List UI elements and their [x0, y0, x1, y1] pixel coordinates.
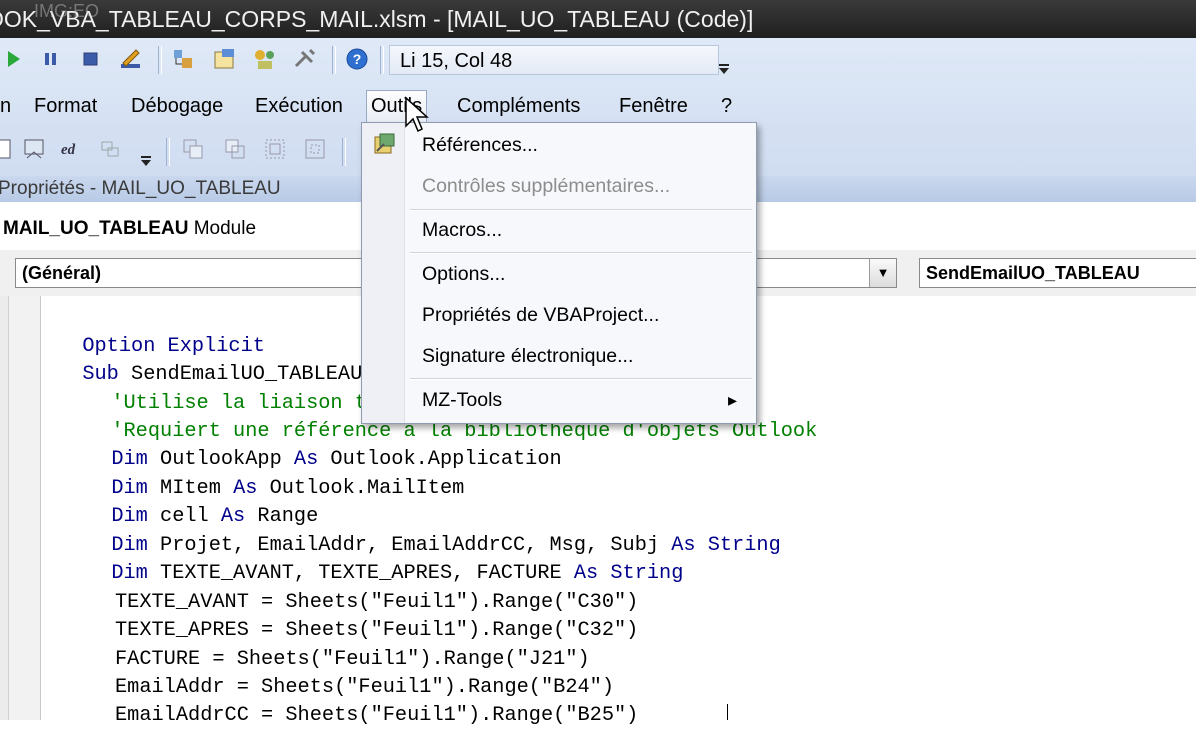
menu-execution[interactable]: Exécution [251, 92, 347, 120]
menu-fenetre[interactable]: Fenêtre [615, 92, 692, 120]
code-token: As [573, 562, 599, 585]
code-line[interactable]: TEXTE_APRES = Sheets("Feuil1").Range("C3… [115, 617, 638, 645]
menu-bar: n Format Débogage Exécution Outils Compl… [0, 84, 1196, 124]
menu-item-mz-tools[interactable]: MZ-Tools [422, 385, 502, 415]
menu-item-references[interactable]: Références... [422, 130, 538, 160]
toolbar-options-icon[interactable] [716, 52, 732, 78]
window-title: OOK_VBA_TABLEAU_CORPS_MAIL.xlsm - [MAIL_… [0, 6, 754, 32]
code-line[interactable]: FACTURE = Sheets("Feuil1").Range("J21") [115, 646, 590, 674]
svg-text:?: ? [353, 51, 362, 67]
object-browser-icon[interactable] [252, 46, 278, 72]
mouse-pointer-icon [404, 96, 434, 136]
svg-text:ed: ed [61, 142, 76, 158]
toolbox-icon[interactable] [292, 46, 318, 72]
code-line[interactable]: Dim MItem As Outlook.MailItem [87, 447, 464, 500]
menu-item-proprietes-vbaproject[interactable]: Propriétés de VBAProject... [422, 300, 659, 330]
outils-dropdown-menu: Références... Contrôles supplémentaires.… [361, 122, 757, 424]
window-title-bar: OOK_VBA_TABLEAU_CORPS_MAIL.xlsm - [MAIL_… [0, 0, 1196, 38]
menu-debogage[interactable]: Débogage [127, 92, 227, 120]
quick-info-icon[interactable]: ed [58, 136, 84, 162]
bring-forward-icon[interactable] [180, 136, 206, 162]
code-token: String [610, 562, 684, 585]
menu-item-signature[interactable]: Signature électronique... [422, 341, 633, 371]
pause-icon[interactable] [38, 46, 64, 72]
menu-help[interactable]: ? [717, 92, 736, 120]
list-properties-icon[interactable] [0, 136, 16, 162]
code-token: String [707, 534, 781, 557]
menu-separator [410, 209, 752, 211]
menu-item-options[interactable]: Options... [422, 259, 505, 289]
module-name: MAIL_UO_TABLEAU [3, 218, 189, 239]
code-line[interactable]: Dim Projet, EmailAddr, EmailAddrCC, Msg,… [87, 504, 780, 557]
menu-complements[interactable]: Compléments [453, 92, 584, 120]
gutter-edge [0, 296, 9, 720]
code-line[interactable]: Option Explicit [58, 305, 265, 358]
send-backward-icon[interactable] [222, 136, 248, 162]
toolbar2-options-icon[interactable] [138, 144, 154, 170]
menu-item-macros[interactable]: Macros... [422, 215, 502, 245]
menu-separator [410, 252, 752, 254]
code-line[interactable]: Sub SendEmailUO_TABLEAU() [58, 333, 386, 386]
stop-icon[interactable] [78, 46, 104, 72]
watermark: IMG:EO [34, 1, 100, 21]
help-icon[interactable]: ? [344, 46, 370, 72]
edit-toolbar: ed [0, 128, 360, 172]
code-line[interactable]: Dim TEXTE_AVANT, TEXTE_APRES, FACTURE As… [87, 532, 683, 585]
ungroup-icon[interactable] [302, 136, 328, 162]
properties-title: Propriétés - MAIL_UO_TABLEAU [0, 178, 281, 199]
menu-affichage[interactable]: n [0, 92, 15, 120]
code-line[interactable]: EmailAddr = Sheets("Feuil1").Range("B24"… [115, 674, 614, 702]
code-line[interactable]: Dim cell As Range [87, 475, 318, 528]
submenu-arrow-icon: ▸ [728, 390, 738, 410]
run-icon[interactable] [2, 46, 28, 72]
design-mode-icon[interactable] [118, 46, 144, 72]
object-combo-value: (Général) [22, 263, 102, 283]
procedure-combo-value: SendEmailUO_TABLEAU [926, 263, 1140, 283]
menu-item-controles: Contrôles supplémentaires... [422, 175, 671, 197]
code-line[interactable]: TEXTE_AVANT = Sheets("Feuil1").Range("C3… [115, 589, 638, 617]
module-kind: Module [193, 218, 257, 239]
chevron-down-icon[interactable]: ▼ [869, 259, 896, 287]
code-token: TEXTE_AVANT, TEXTE_APRES, FACTURE [147, 562, 574, 585]
code-line[interactable]: EmailAddrCC = Sheets("Feuil1").Range("B2… [115, 702, 638, 730]
references-icon [372, 131, 398, 157]
properties-window-icon[interactable] [212, 46, 238, 72]
menu-format[interactable]: Format [30, 92, 101, 120]
project-explorer-icon[interactable] [170, 46, 196, 72]
group-icon[interactable] [262, 136, 288, 162]
standard-toolbar: ? Li 15, Col 48 [0, 40, 744, 80]
code-token: Dim [111, 562, 148, 585]
parameter-info-icon[interactable] [98, 136, 124, 162]
text-caret [727, 704, 728, 720]
menu-icon-strip [362, 123, 405, 423]
procedure-combo[interactable]: SendEmailUO_TABLEAU [919, 258, 1196, 288]
menu-separator [410, 378, 752, 380]
list-constants-icon[interactable] [22, 136, 48, 162]
cursor-position-label: Li 15, Col 48 [389, 45, 719, 75]
